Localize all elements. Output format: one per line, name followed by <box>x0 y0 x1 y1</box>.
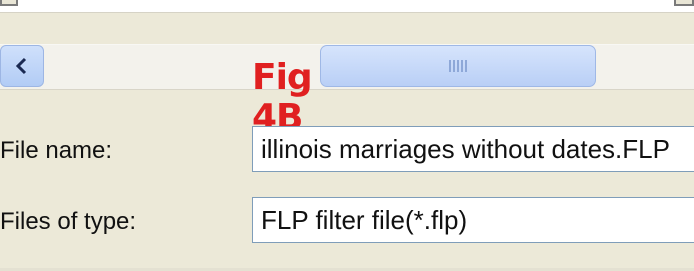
files-of-type-label: Files of type: <box>0 208 137 235</box>
file-name-label: File name: <box>0 137 113 164</box>
files-of-type-value: FLP filter file(*.flp) <box>261 205 468 235</box>
file-list-bottom-edge <box>0 0 694 13</box>
scroll-left-button[interactable] <box>0 45 44 87</box>
chevron-left-icon <box>15 57 27 75</box>
file-name-input[interactable]: illinois marriages without dates.FLP <box>252 126 694 172</box>
figure-annotation: Fig 4B <box>252 57 313 138</box>
scrollbar-grip <box>449 60 467 72</box>
file-icon <box>0 0 18 6</box>
files-of-type-select[interactable]: FLP filter file(*.flp) <box>252 197 694 243</box>
file-icon <box>674 0 694 6</box>
file-name-value: illinois marriages without dates.FLP <box>261 134 670 164</box>
